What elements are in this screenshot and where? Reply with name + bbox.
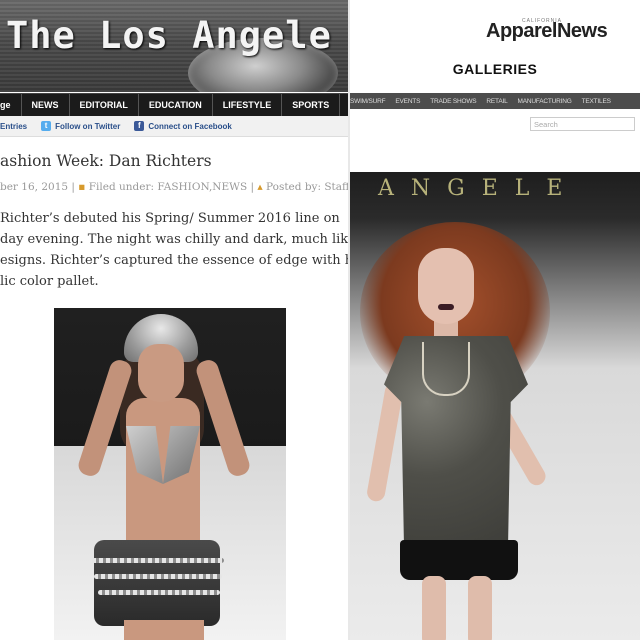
black-skirt bbox=[400, 540, 518, 580]
model-face bbox=[138, 344, 184, 402]
backdrop-lettering: ANGELE bbox=[378, 176, 580, 201]
model-face bbox=[418, 248, 474, 324]
facebook-connect-link[interactable]: f Connect on Facebook bbox=[134, 121, 232, 131]
apparel-news-header: CALIFORNIA ApparelNews GALLERIES bbox=[350, 0, 640, 92]
runway-photo-model-redhead: ANGELE bbox=[350, 172, 640, 640]
rss-entries-link[interactable]: Entries bbox=[0, 122, 27, 131]
twitter-label: Follow on Twitter bbox=[55, 121, 121, 131]
nav-item-news[interactable]: NEWS bbox=[22, 94, 70, 116]
article-line: Richter’s debuted his Spring/ Summer 201… bbox=[0, 211, 340, 226]
nav-item-textiles[interactable]: TEXTILES bbox=[577, 98, 616, 105]
article-line: day evening. The night was chilly and da… bbox=[0, 232, 348, 247]
article-line: lic color pallet. bbox=[0, 274, 99, 289]
nav-item-editorial[interactable]: EDITORIAL bbox=[70, 94, 139, 116]
facebook-label: Connect on Facebook bbox=[148, 121, 232, 131]
nav-item-sports[interactable]: SPORTS bbox=[282, 94, 341, 116]
chain-belt bbox=[94, 574, 222, 579]
nav-item-retail[interactable]: RETAIL bbox=[481, 98, 512, 105]
twitter-follow-link[interactable]: t Follow on Twitter bbox=[41, 121, 120, 131]
chain-necklace bbox=[422, 342, 470, 396]
model-legs bbox=[124, 620, 204, 640]
article-line: esigns. Richter’s captured the essence o… bbox=[0, 253, 348, 268]
nav-item-lifestyle[interactable]: LIFESTYLE bbox=[213, 94, 283, 116]
apparel-news-logo[interactable]: ApparelNews bbox=[486, 20, 608, 43]
section-title: GALLERIES bbox=[452, 61, 538, 77]
nav-item-swim-surf[interactable]: SWIM/SURF bbox=[350, 98, 390, 105]
nav-item-events[interactable]: EVENTS bbox=[390, 98, 425, 105]
nav-item-manufacturing[interactable]: MANUFACTURING bbox=[513, 98, 577, 105]
nav-item-trade-shows[interactable]: TRADE SHOWS bbox=[425, 98, 481, 105]
search-input[interactable]: Search bbox=[530, 117, 635, 131]
folder-icon: ▪ bbox=[78, 181, 86, 193]
author-icon: ▴ bbox=[257, 181, 263, 193]
model-leg-right bbox=[468, 576, 492, 640]
masthead-banner: The Los Angele bbox=[0, 0, 348, 92]
leather-skirt bbox=[94, 540, 220, 626]
meta-filed: Filed under: FASHION,NEWS | bbox=[88, 181, 255, 193]
site-title[interactable]: The Los Angele bbox=[6, 14, 332, 57]
article-headline[interactable]: ashion Week: Dan Richters bbox=[0, 152, 212, 170]
article-body: Richter’s debuted his Spring/ Summer 201… bbox=[0, 208, 348, 292]
meta-date: ber 16, 2015 | bbox=[0, 181, 75, 193]
apparel-news-page: CALIFORNIA ApparelNews GALLERIES SWIM/SU… bbox=[350, 0, 640, 640]
main-nav: ge NEWS EDITORIAL EDUCATION LIFESTYLE SP… bbox=[0, 93, 348, 116]
chain-belt bbox=[92, 558, 224, 563]
apparel-nav: SWIM/SURF EVENTS TRADE SHOWS RETAIL MANU… bbox=[350, 93, 640, 109]
nav-item-more[interactable]: AI bbox=[340, 94, 348, 116]
runway-photo-model-hood bbox=[54, 308, 286, 640]
la-newspaper-page: The Los Angele ge NEWS EDITORIAL EDUCATI… bbox=[0, 0, 348, 640]
nav-item-home[interactable]: ge bbox=[0, 94, 22, 116]
dark-lips bbox=[438, 304, 454, 310]
nav-item-education[interactable]: EDUCATION bbox=[139, 94, 213, 116]
meta-posted: Posted by: Staff bbox=[265, 181, 348, 193]
model-arm-left bbox=[365, 381, 405, 503]
chain-belt bbox=[98, 590, 220, 595]
twitter-icon: t bbox=[41, 121, 52, 131]
model-leg-left bbox=[422, 576, 446, 640]
entries-label: Entries bbox=[0, 121, 28, 131]
article-meta: ber 16, 2015 | ▪ Filed under: FASHION,NE… bbox=[0, 181, 348, 193]
facebook-icon: f bbox=[134, 121, 145, 131]
social-bar: Entries t Follow on Twitter f Connect on F… bbox=[0, 116, 348, 137]
